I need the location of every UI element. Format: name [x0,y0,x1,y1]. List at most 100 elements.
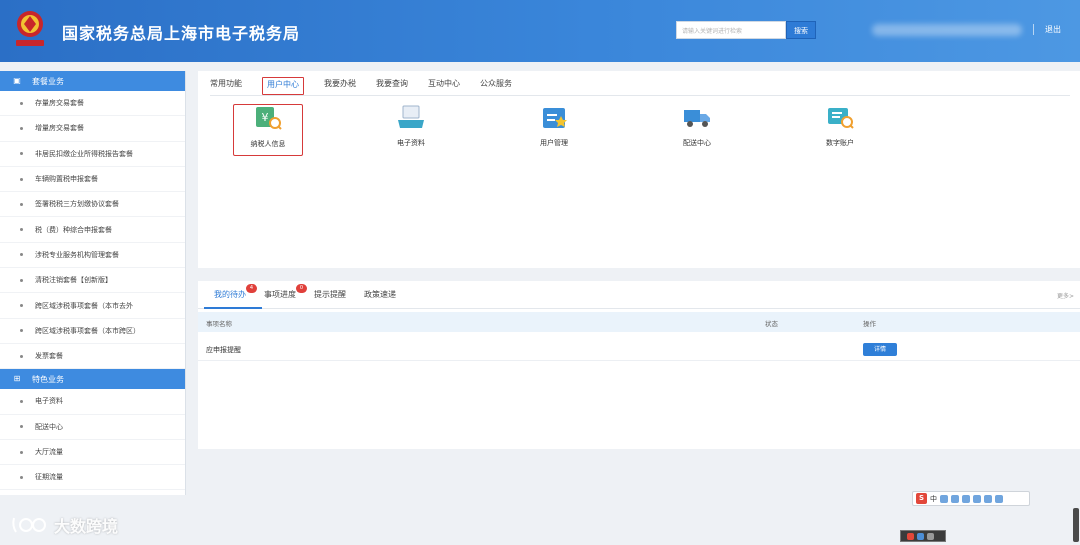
sidebar-item[interactable]: 车辆购置税申报套餐 [0,167,185,193]
tab-reminders[interactable]: 提示提醒 [314,289,346,300]
sidebar-item[interactable]: 增量房交易套餐 [0,116,185,142]
progress-count-badge: 0 [296,284,307,293]
blurred-user-info [872,24,1022,36]
sidebar-item[interactable]: 跨区域涉税事项套餐（本市去外 [0,293,185,319]
e-documents-icon [398,105,424,128]
sidebar-section-special[interactable]: ⊞ 特色业务 [0,369,185,390]
sidebar-item-label: 跨区域涉税事项套餐（本市跨区） [35,326,140,335]
function-label: 纳税人信息 [250,140,286,148]
sidebar-item-label: 车辆购置税申报套餐 [35,175,98,184]
bullet-icon [20,475,23,479]
bullet-icon [20,101,23,105]
tray-app-icon[interactable] [917,532,924,540]
sogou-logo-icon: S [916,493,927,504]
taxpayer-info-icon: ¥ [256,107,282,130]
sidebar-item[interactable]: 大厅流量 [0,440,185,466]
column-header-action: 操作 [863,320,876,328]
tab-public-service[interactable]: 公众服务 [480,77,512,95]
user-management-icon [543,108,567,128]
toolbox-icon[interactable] [995,494,1003,503]
function-label: 电子资料 [397,139,425,147]
bullet-icon [20,253,23,257]
bullet-icon [20,425,23,429]
tab-common[interactable]: 常用功能 [210,77,242,95]
sidebar-item-label: 发票套餐 [35,352,63,361]
tab-user-center[interactable]: 用户中心 [262,77,304,95]
sidebar-item[interactable]: 清税注销套餐【创新版】 [0,268,185,294]
table-header: 事项名称 状态 操作 [198,312,1080,332]
sidebar-item-label: 征期流量 [35,473,63,482]
microphone-icon[interactable] [962,494,970,503]
active-tab-indicator [204,307,262,309]
sidebar: ▣ 套餐业务 存量房交易套餐 增量房交易套餐 非居民扣缴企业所得税报告套餐 车辆… [0,71,186,495]
delivery-center-button[interactable]: 配送中心 [662,104,732,156]
ime-toolbar[interactable]: S 中 [912,491,1030,506]
search-button[interactable]: 搜索 [786,21,816,39]
function-label: 数字账户 [826,139,854,147]
tray-more-icon[interactable] [927,532,934,540]
search-input[interactable]: 请输入关键词进行检索 [676,21,786,39]
bullet-icon [20,228,23,232]
sidebar-item[interactable]: 签署税税三方划缴协议套餐 [0,192,185,218]
sidebar-item-label: 配送中心 [35,422,63,431]
sidebar-item[interactable]: 电子资料 [0,389,185,415]
sidebar-item[interactable]: 涉税专业服务机构管理套餐 [0,243,185,269]
scrollbar-thumb[interactable] [1073,508,1079,542]
bullet-icon [20,278,23,282]
tab-tax-handling[interactable]: 我要办税 [324,77,356,95]
sidebar-item-label: 电子资料 [35,397,63,406]
sidebar-item[interactable]: 配送中心 [0,415,185,440]
tab-query[interactable]: 我要查询 [376,77,408,95]
watermark-logo-icon [12,517,46,533]
logout-link[interactable]: 退出 [1045,24,1061,35]
sidebar-item[interactable]: 征期流量 [0,465,185,491]
sogou-tray-icon[interactable] [907,532,914,540]
sidebar-item-label: 大厅流量 [35,448,63,456]
more-link[interactable]: 更多> [1057,291,1074,300]
tab-policy[interactable]: 政策速递 [364,289,396,300]
bullet-icon [20,354,23,358]
user-management-button[interactable]: 用户管理 [519,104,589,156]
main-tabs: 常用功能 用户中心 我要办税 我要查询 互动中心 公众服务 [210,77,532,95]
tab-my-todo[interactable]: 我的待办 4 [214,284,257,300]
sidebar-item-label: 增量房交易套餐 [35,124,84,133]
digital-account-button[interactable]: 数字账户 [805,104,875,156]
bullet-icon [20,329,23,333]
tabs-divider [198,308,1080,309]
skin-icon[interactable] [984,494,992,503]
detail-button[interactable]: 详情 [863,343,897,356]
site-title: 国家税务总局上海市电子税务局 [62,24,301,43]
sidebar-item-label: 跨区域涉税事项套餐（本市去外 [35,301,133,310]
sidebar-item[interactable]: 税（费）种综合申报套餐 [0,217,185,243]
tab-progress[interactable]: 事项进度 0 [264,284,307,300]
sidebar-item[interactable]: 跨区域涉税事项套餐（本市跨区） [0,319,185,344]
sidebar-item[interactable]: 存量房交易套餐 [0,91,185,117]
header-divider [1033,24,1034,35]
todo-count-badge: 4 [246,284,257,293]
tab-label: 事项进度 [264,290,296,299]
bullet-icon [20,152,23,156]
sidebar-item[interactable]: 非居民扣缴企业所得税报告套餐 [0,142,185,167]
sidebar-item-label: 税（费）种综合申报套餐 [35,225,112,234]
tax-emblem-logo [16,11,44,46]
punctuation-icon[interactable] [940,494,948,503]
ime-language[interactable]: 中 [930,494,937,504]
tab-interaction[interactable]: 互动中心 [428,77,460,95]
emoji-icon[interactable] [951,494,959,503]
sidebar-section-package[interactable]: ▣ 套餐业务 [0,71,185,91]
bullet-icon [20,177,23,181]
top-header: 国家税务总局上海市电子税务局 请输入关键词进行检索 搜索 退出 [0,0,1080,62]
column-header-status: 状态 [765,320,778,328]
sidebar-section-label: 套餐业务 [32,76,64,86]
taxpayer-info-button[interactable]: ¥ 纳税人信息 [233,104,303,156]
e-documents-button[interactable]: 电子资料 [376,104,446,156]
sidebar-item-label: 非居民扣缴企业所得税报告套餐 [35,149,133,158]
watermark-text: 大数跨境 [54,517,119,536]
sidebar-item-label: 清税注销套餐【创新版】 [35,276,112,285]
sidebar-item-label: 存量房交易套餐 [35,99,84,108]
keyboard-icon[interactable] [973,494,981,503]
sidebar-item[interactable]: 发票套餐 [0,344,185,370]
package-icon: ▣ [13,76,21,85]
bullet-icon [20,450,23,454]
delivery-truck-icon [684,110,710,127]
